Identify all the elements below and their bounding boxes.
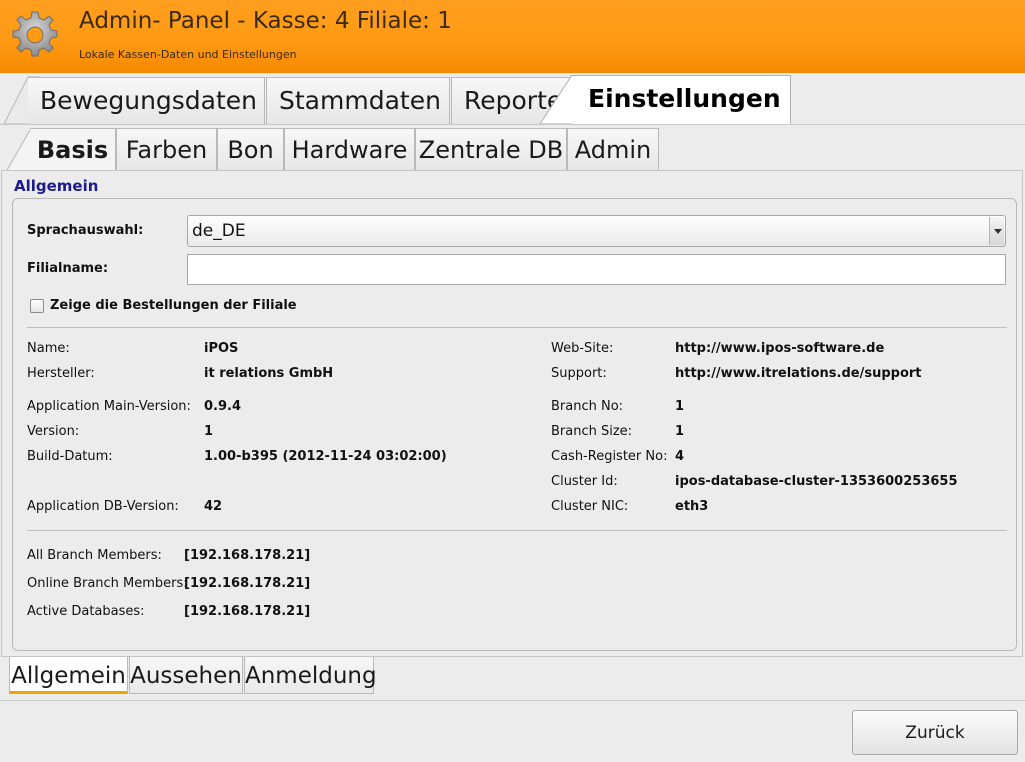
tab-label: Admin xyxy=(574,136,652,164)
general-group: Sprachauswahl: de_DE Filialname: Zeige d… xyxy=(12,198,1017,651)
tab-label: Bon xyxy=(227,136,274,164)
info-value: it relations GmbH xyxy=(204,366,334,381)
back-button[interactable]: Zurück xyxy=(852,710,1018,755)
info-label: Branch Size: xyxy=(551,424,633,439)
tab-bewegungsdaten[interactable]: Bewegungsdaten xyxy=(28,77,265,124)
info-label: Version: xyxy=(27,424,80,439)
chevron-down-icon[interactable] xyxy=(989,217,1004,245)
subtab-bon[interactable]: Bon xyxy=(217,128,284,172)
show-orders-checkbox[interactable] xyxy=(30,299,44,313)
subtab-admin[interactable]: Admin xyxy=(567,128,659,172)
bottom-tab-aussehen[interactable]: Aussehen xyxy=(129,657,243,694)
tab-label: Farben xyxy=(125,136,208,164)
tab-label: Bewegungsdaten xyxy=(40,86,258,115)
tab-einstellungen[interactable]: Einstellungen xyxy=(572,75,791,124)
tab-label: Hardware xyxy=(291,136,408,164)
info-label: Cash-Register No: xyxy=(551,449,668,464)
cluster-label: Active Databases: xyxy=(27,604,145,619)
cluster-value: [192.168.178.21] xyxy=(184,576,311,591)
info-value: ipos-database-cluster-1353600253655 xyxy=(675,474,958,489)
info-value: http://www.ipos-software.de xyxy=(675,341,885,356)
sub-tab-bar: Basis Farben Bon Hardware Zentrale DB Ad… xyxy=(0,124,1025,172)
subtab-basis[interactable]: Basis xyxy=(30,128,116,172)
info-label: Application Main-Version: xyxy=(27,399,191,414)
show-orders-label: Zeige die Bestellungen der Filiale xyxy=(50,298,297,313)
info-value: 1 xyxy=(675,424,685,439)
info-label: Build-Datum: xyxy=(27,449,113,464)
bottom-tab-anmeldung[interactable]: Anmeldung xyxy=(244,657,377,694)
info-label: Cluster Id: xyxy=(551,474,618,489)
info-label: Web-Site: xyxy=(551,341,614,356)
info-value: eth3 xyxy=(675,499,709,514)
settings-panel: Allgemein Sprachauswahl: de_DE Filialnam… xyxy=(1,170,1023,657)
info-value: http://www.itrelations.de/support xyxy=(675,366,922,381)
cluster-value: [192.168.178.21] xyxy=(184,604,311,619)
language-select[interactable]: de_DE xyxy=(187,215,1006,247)
info-label: Application DB-Version: xyxy=(27,499,179,514)
tab-label: Stammdaten xyxy=(279,86,441,115)
app-title: Admin- Panel - Kasse: 4 Filiale: 1 xyxy=(79,8,452,34)
tab-label: Anmeldung xyxy=(245,663,377,689)
tab-label: Einstellungen xyxy=(588,84,781,113)
info-value: 1 xyxy=(204,424,214,439)
tab-label: Allgemein xyxy=(11,663,126,689)
branch-name-field[interactable] xyxy=(187,254,1006,285)
title-bar: Admin- Panel - Kasse: 4 Filiale: 1 Lokal… xyxy=(0,0,1025,73)
divider xyxy=(27,327,1007,328)
info-label: Name: xyxy=(27,341,70,356)
info-value: 1 xyxy=(675,399,685,414)
tab-label: Zentrale DB xyxy=(418,136,564,164)
subtab-hardware[interactable]: Hardware xyxy=(284,128,415,172)
info-value: 42 xyxy=(204,499,223,514)
divider xyxy=(27,530,1007,531)
group-title: Allgemein xyxy=(14,177,99,195)
info-value: 1.00-b395 (2012-11-24 03:02:00) xyxy=(204,449,447,464)
subtab-zentrale-db[interactable]: Zentrale DB xyxy=(415,128,567,172)
cluster-value: [192.168.178.21] xyxy=(184,548,311,563)
tab-stammdaten[interactable]: Stammdaten xyxy=(266,77,450,124)
info-label: Support: xyxy=(551,366,607,381)
info-value: 0.9.4 xyxy=(204,399,242,414)
info-value: 4 xyxy=(675,449,685,464)
app-subtitle: Lokale Kassen-Daten und Einstellungen xyxy=(79,48,297,61)
tab-label: Basis xyxy=(36,136,109,164)
language-label: Sprachauswahl: xyxy=(27,223,144,238)
main-tab-bar: Bewegungsdaten Stammdaten Reporte Einste… xyxy=(0,73,1025,124)
gear-icon xyxy=(12,11,58,57)
info-value: iPOS xyxy=(204,341,239,356)
divider xyxy=(0,700,1025,701)
branch-name-label: Filialname: xyxy=(27,261,109,276)
subtab-farben[interactable]: Farben xyxy=(116,128,217,172)
tab-label: Aussehen xyxy=(130,663,242,689)
language-value: de_DE xyxy=(192,221,246,241)
info-label: Hersteller: xyxy=(27,366,95,381)
bottom-tab-allgemein[interactable]: Allgemein xyxy=(9,657,128,694)
cluster-label: Online Branch Members: xyxy=(27,576,188,591)
info-label: Branch No: xyxy=(551,399,624,414)
cluster-label: All Branch Members: xyxy=(27,548,162,563)
info-label: Cluster NIC: xyxy=(551,499,629,514)
